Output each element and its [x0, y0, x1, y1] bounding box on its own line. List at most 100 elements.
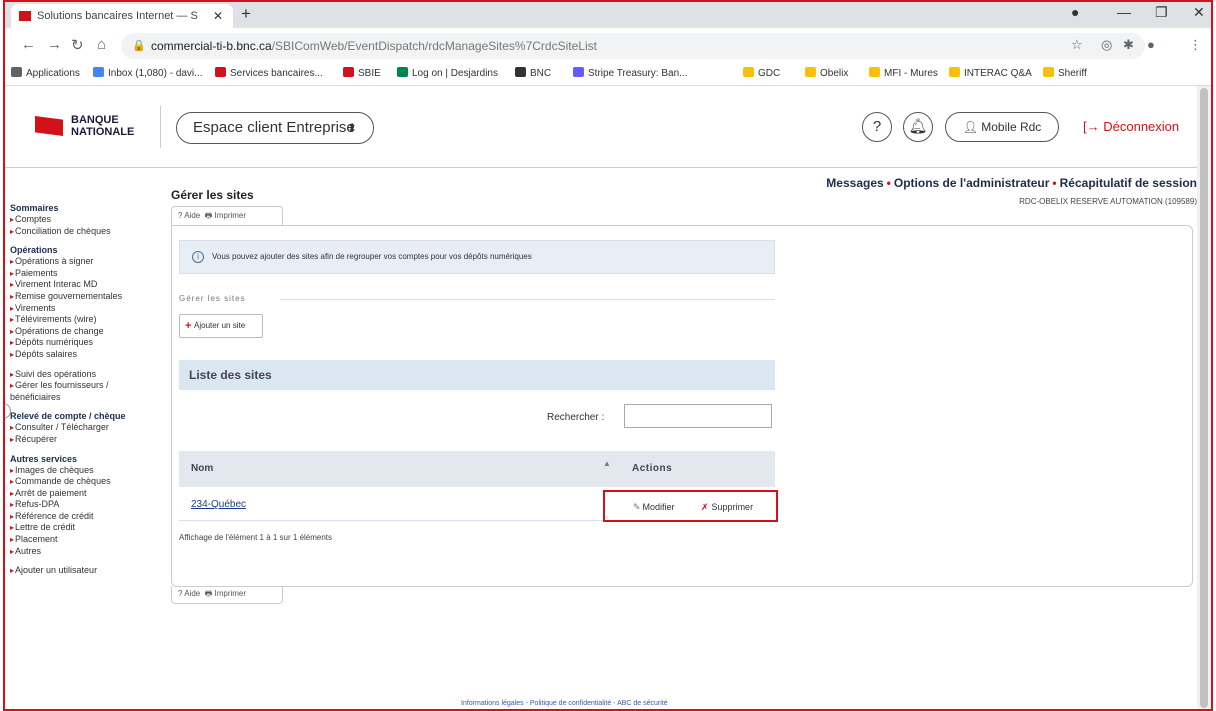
edit-button[interactable]: ✎ Modifier [633, 502, 675, 513]
new-tab-icon[interactable]: + [241, 4, 251, 24]
close-window-icon[interactable]: ✕ [1193, 4, 1205, 21]
security-link[interactable]: ABC de sécurité [617, 700, 668, 707]
edit-label: Modifier [642, 502, 675, 512]
sidebar-item[interactable]: Paiements [10, 268, 160, 280]
col-name-header[interactable]: Nom [191, 463, 213, 474]
bookmark-label: Obelix [820, 68, 849, 79]
sidebar-section-title: Relevé de compte / chèque [10, 411, 126, 422]
bookmark-label: Inbox (1,080) - davi... [108, 68, 203, 79]
bookmark-item[interactable]: Applications [11, 67, 80, 79]
profile-avatar-icon[interactable]: ● [1147, 37, 1155, 52]
bookmark-item[interactable]: BNC [515, 67, 551, 79]
bookmark-icon [93, 67, 104, 77]
browser-tab[interactable]: Solutions bancaires Internet — S ✕ [11, 4, 233, 28]
sidebar-item[interactable]: Lettre de crédit [10, 522, 160, 534]
sidebar-item[interactable]: Autres [10, 546, 160, 558]
bookmark-label: Stripe Treasury: Ban... [588, 68, 688, 79]
help-link[interactable]: ? Aide [178, 211, 200, 220]
admin-options-link[interactable]: Options de l'administrateur [894, 176, 1050, 190]
bookmark-icon [215, 67, 226, 77]
help-button[interactable]: ? [862, 112, 892, 142]
sidebar-item[interactable]: Suivi des opérations [10, 369, 160, 381]
sidebar-item[interactable]: Dépôts numériques [10, 337, 160, 349]
help-label: Aide [184, 211, 201, 220]
site-name-link[interactable]: 234-Québec [191, 499, 246, 510]
sort-asc-icon[interactable]: ▲ [603, 459, 611, 468]
print-link[interactable]: 🖶︎ Imprimer [205, 211, 246, 220]
sidebar-item[interactable]: Ajouter un utilisateur [10, 565, 160, 577]
logout-link[interactable]: [→ Déconnexion [1083, 119, 1179, 134]
reload-icon[interactable]: ↻ [71, 36, 84, 54]
sidebar-item[interactable]: Opérations de change [10, 326, 160, 338]
bookmark-item[interactable]: GDC [743, 67, 780, 79]
bank-logo[interactable]: BANQUE NATIONALE [35, 112, 155, 142]
menu-icon[interactable]: ⋮ [1189, 37, 1202, 53]
lock-icon: 🔒 [132, 40, 146, 52]
sidebar-item[interactable]: Remise gouvernementales [10, 291, 160, 303]
bookmark-item[interactable]: MFI - Mures [869, 67, 938, 79]
bookmark-icon [343, 67, 354, 77]
minimize-icon[interactable]: — [1117, 4, 1131, 20]
sidebar-item[interactable]: Virements [10, 303, 160, 315]
sidebar-item[interactable]: Gérer les fournisseurs / bénéficiaires [10, 380, 160, 403]
star-icon[interactable]: ☆ [1071, 37, 1083, 53]
sidebar-item[interactable]: Images de chèques [10, 465, 160, 477]
sidebar-item[interactable]: Placement [10, 534, 160, 546]
bookmark-item[interactable]: Services bancaires... [215, 67, 323, 79]
search-input[interactable] [624, 404, 772, 428]
space-selector[interactable]: Espace client Entreprise ⬍ [176, 112, 374, 144]
home-icon[interactable]: ⌂ [97, 36, 106, 53]
session-summary-link[interactable]: Récapitulatif de session [1060, 176, 1197, 190]
close-tab-icon[interactable]: ✕ [213, 4, 223, 28]
fieldset-label: Gérer les sites [179, 294, 246, 303]
bookmark-item[interactable]: Stripe Treasury: Ban... [573, 67, 688, 79]
print-link-bottom[interactable]: 🖶︎ Imprimer [205, 589, 246, 598]
sidebar-item[interactable]: Consulter / Télécharger [10, 422, 160, 434]
messages-link[interactable]: Messages [826, 176, 883, 190]
maximize-icon[interactable]: ❐ [1155, 4, 1168, 21]
sidebar-item[interactable]: Arrêt de paiement [10, 488, 160, 500]
add-site-button[interactable]: Ajouter un site [179, 314, 263, 338]
sidebar-item[interactable]: Dépôts salaires [10, 349, 160, 361]
bookmark-icon [805, 67, 816, 77]
sidebar-item[interactable]: Commande de chèques [10, 476, 160, 488]
sidebar-item[interactable]: Télévirements (wire) [10, 314, 160, 326]
bookmark-label: GDC [758, 68, 781, 79]
bookmark-icon [573, 67, 584, 77]
scrollbar-thumb[interactable] [1200, 88, 1208, 708]
notifications-bell-icon[interactable]: 🔔︎ [903, 112, 933, 142]
bookmark-label: BNC [530, 68, 552, 79]
url-bar[interactable]: 🔒 commercial-ti-b.bnc.ca/SBIComWeb/Event… [121, 33, 1145, 59]
sidebar-item[interactable]: Référence de crédit [10, 511, 160, 523]
profile-icon[interactable]: ● [1071, 4, 1079, 20]
sidebar-item[interactable]: Comptes [10, 214, 160, 226]
mobile-button[interactable]: 👤︎ Mobile Rdc [945, 112, 1059, 142]
bookmark-item[interactable]: Sheriff [1043, 67, 1087, 79]
sidebar-item[interactable]: Conciliation de chèques [10, 226, 160, 238]
bookmark-item[interactable]: Log on | Desjardins [397, 67, 498, 79]
help-link-bottom[interactable]: ? Aide [178, 589, 200, 598]
delete-label: Supprimer [711, 502, 754, 512]
bookmark-label: INTERAC Q&A [964, 68, 1032, 79]
sidebar-item[interactable]: Refus-DPA [10, 499, 160, 511]
page-scrollbar[interactable] [1197, 86, 1211, 709]
bookmark-item[interactable]: INTERAC Q&A [949, 67, 1032, 79]
tab-bar: Solutions bancaires Internet — S ✕ + ● —… [5, 2, 1211, 28]
puzzle-icon[interactable]: ✱ [1123, 37, 1134, 53]
site-header: BANQUE NATIONALE Espace client Entrepris… [5, 86, 1211, 168]
back-icon[interactable]: ← [21, 36, 36, 53]
forward-icon[interactable]: → [47, 36, 62, 53]
bookmark-item[interactable]: Obelix [805, 67, 848, 79]
bookmark-label: MFI - Mures [884, 68, 938, 79]
sidebar-item[interactable]: Opérations à signer [10, 256, 160, 268]
bookmark-item[interactable]: Inbox (1,080) - davi... [93, 67, 203, 79]
sidebar-item[interactable]: Récupérer [10, 434, 160, 446]
extension-icon[interactable]: ◎ [1101, 37, 1112, 53]
bookmark-item[interactable]: SBIE [343, 67, 381, 79]
sidebar-item[interactable]: Virement Interac MD [10, 279, 160, 291]
delete-button[interactable]: ✗ Supprimer [701, 502, 753, 513]
privacy-link[interactable]: Politique de confidentialité [530, 700, 611, 707]
content-panel: i Vous pouvez ajouter des sites afin de … [171, 225, 1193, 587]
legal-link[interactable]: Informations légales [461, 700, 524, 707]
account-name: RDC-OBELIX RESERVE AUTOMATION (109589) [1019, 197, 1197, 206]
